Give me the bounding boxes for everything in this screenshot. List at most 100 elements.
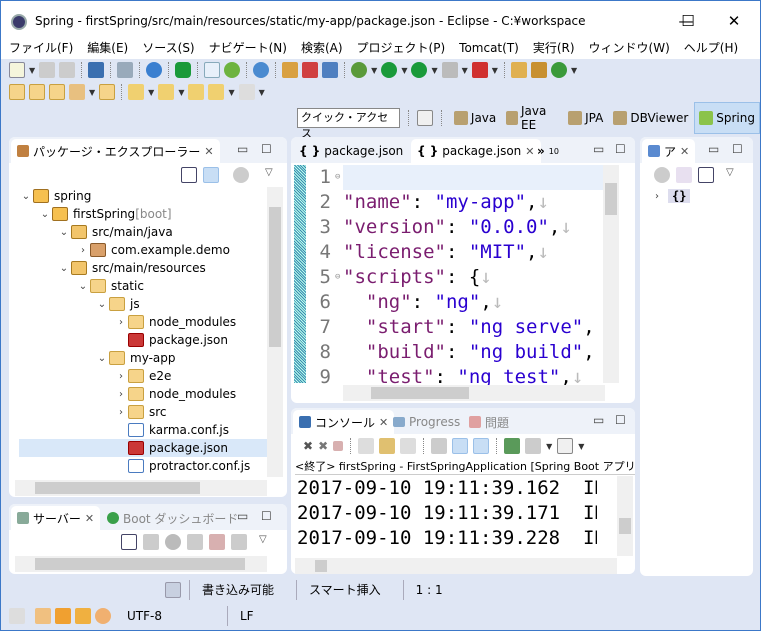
view-menu-icon[interactable]: ▽ <box>265 167 273 183</box>
terminal-icon[interactable] <box>88 62 105 78</box>
tab-outline[interactable]: ア ✕ <box>642 139 696 163</box>
menu-item[interactable]: Tomcat(T) <box>459 39 519 59</box>
show-stderr-icon[interactable] <box>473 438 490 454</box>
debug-server-icon[interactable] <box>143 534 159 550</box>
toggle-icon[interactable] <box>204 62 221 78</box>
close-icon[interactable]: ✕ <box>680 145 689 158</box>
collapse-all-icon[interactable] <box>181 167 197 183</box>
menu-item[interactable]: ウィンドウ(W) <box>589 39 670 59</box>
perspective-spring[interactable]: Spring <box>694 102 760 134</box>
minimize-icon[interactable]: ▭ <box>593 413 604 427</box>
minimize-icon[interactable]: ▭ <box>708 142 719 156</box>
maximize-icon[interactable]: ☐ <box>261 509 272 523</box>
stop-server-icon[interactable] <box>209 534 225 550</box>
tree-item[interactable]: ⌄ js <box>19 295 274 313</box>
tree-item[interactable]: karma.conf.js <box>19 421 274 439</box>
tab-editor-package-json-2[interactable]: { } package.json ✕ <box>411 139 541 163</box>
last-edit-icon[interactable] <box>188 84 205 100</box>
chevron-right-icon[interactable]: › <box>114 389 128 400</box>
chevron-down-icon[interactable]: ⌄ <box>76 281 90 292</box>
tree-item[interactable]: ⌄ src/main/resources <box>19 259 274 277</box>
power-icon[interactable] <box>175 62 192 78</box>
maximize-icon[interactable]: ☐ <box>732 142 743 156</box>
tree-item[interactable]: ⌄ src/main/java <box>19 223 274 241</box>
chevron-down-icon[interactable]: ⌄ <box>38 209 52 220</box>
profile-server-icon[interactable] <box>187 534 203 550</box>
hand-icon[interactable] <box>9 608 25 624</box>
fold-icon[interactable]: ⊖ <box>335 265 343 290</box>
tree-item[interactable]: ⌄ my-app <box>19 349 274 367</box>
sync-icon[interactable] <box>165 582 181 598</box>
chevron-down-icon[interactable]: ⌄ <box>57 227 71 238</box>
fold-icon[interactable] <box>335 190 343 215</box>
horizontal-scrollbar[interactable] <box>295 558 617 574</box>
close-button[interactable]: ✕ <box>719 9 749 33</box>
fold-icon[interactable]: ⊖ <box>335 165 343 190</box>
fold-icon[interactable] <box>335 365 343 385</box>
chevron-right-icon[interactable]: › <box>114 371 128 382</box>
maximize-icon[interactable]: ☐ <box>261 142 272 156</box>
collapse-all-icon[interactable] <box>121 534 137 550</box>
menu-item[interactable]: プロジェクト(P) <box>357 39 446 59</box>
chevron-down-icon[interactable]: ⌄ <box>19 191 33 202</box>
wand-icon[interactable] <box>75 608 91 624</box>
tree-item[interactable]: › com.example.demo <box>19 241 274 259</box>
maximize-icon[interactable]: ☐ <box>615 413 626 427</box>
more-tabs-button[interactable]: » 10 <box>531 139 565 163</box>
show-stdout-icon[interactable] <box>452 438 469 454</box>
menu-item[interactable]: ナビゲート(N) <box>209 39 287 59</box>
tomcat-start-icon[interactable] <box>282 62 299 78</box>
search-icon[interactable] <box>69 84 85 100</box>
open-perspective-button[interactable] <box>417 110 433 126</box>
collapse-all-icon[interactable] <box>698 167 714 183</box>
chevron-right-icon[interactable]: › <box>76 245 90 256</box>
menu-item[interactable]: ファイル(F) <box>9 39 73 59</box>
minimize-icon[interactable]: ▭ <box>237 509 248 523</box>
gear-icon[interactable] <box>146 62 163 78</box>
vertical-scrollbar[interactable] <box>267 187 283 477</box>
tab-problems[interactable]: 問題 <box>463 410 515 434</box>
tree-item[interactable]: ⌄ firstSpring [boot] <box>19 205 274 223</box>
spring-icon[interactable] <box>224 62 241 78</box>
pin-icon[interactable] <box>117 62 134 78</box>
quick-access-input[interactable]: クイック・アクセス <box>297 108 401 140</box>
save-all-icon[interactable] <box>59 62 76 78</box>
tree-item[interactable]: package.json <box>19 439 274 457</box>
new-class-icon[interactable] <box>550 62 567 78</box>
close-icon[interactable]: ✕ <box>85 512 94 525</box>
sort-az-icon[interactable] <box>676 167 692 183</box>
perspective-java-ee[interactable]: Java EE <box>502 102 562 134</box>
forward-icon[interactable] <box>238 84 255 100</box>
prev-annotation-icon[interactable] <box>158 84 175 100</box>
tree-item[interactable]: ⌄ static <box>19 277 274 295</box>
fold-icon[interactable] <box>335 340 343 365</box>
tab-boot-dashboard[interactable]: Boot ダッシュボード <box>101 506 244 530</box>
tree-item[interactable]: package.json <box>19 331 274 349</box>
pin-console-icon[interactable] <box>504 438 521 454</box>
fold-icon[interactable] <box>335 215 343 240</box>
tree-item[interactable]: protractor.conf.js <box>19 457 274 475</box>
debug-icon[interactable] <box>351 62 368 78</box>
minimize-icon[interactable]: ▭ <box>593 142 604 156</box>
horizontal-scrollbar[interactable] <box>15 556 267 572</box>
word-wrap-icon[interactable] <box>400 438 417 454</box>
clear-console-icon[interactable] <box>358 438 375 454</box>
perspective-java[interactable]: Java <box>450 102 500 134</box>
open-type-icon[interactable] <box>9 84 25 100</box>
tree-item[interactable]: ⌄ spring <box>19 187 274 205</box>
tomcat-restart-icon[interactable] <box>322 62 339 78</box>
tab-console[interactable]: コンソール ✕ <box>293 410 395 434</box>
menu-item[interactable]: 編集(E) <box>87 39 128 59</box>
run-tools-icon[interactable] <box>411 62 428 78</box>
chevron-right-icon[interactable]: › <box>114 317 128 328</box>
graduation-cap-icon[interactable] <box>55 608 71 624</box>
display-console-icon[interactable] <box>525 438 542 454</box>
new-package-icon[interactable] <box>530 62 547 78</box>
open-resource-icon[interactable] <box>49 84 65 100</box>
fold-icon[interactable] <box>335 290 343 315</box>
vertical-scrollbar[interactable] <box>617 476 633 556</box>
stop-icon[interactable] <box>441 62 458 78</box>
horizontal-scrollbar[interactable] <box>343 385 605 401</box>
chevron-down-icon[interactable]: ⌄ <box>95 353 109 364</box>
save-icon[interactable] <box>39 62 56 78</box>
